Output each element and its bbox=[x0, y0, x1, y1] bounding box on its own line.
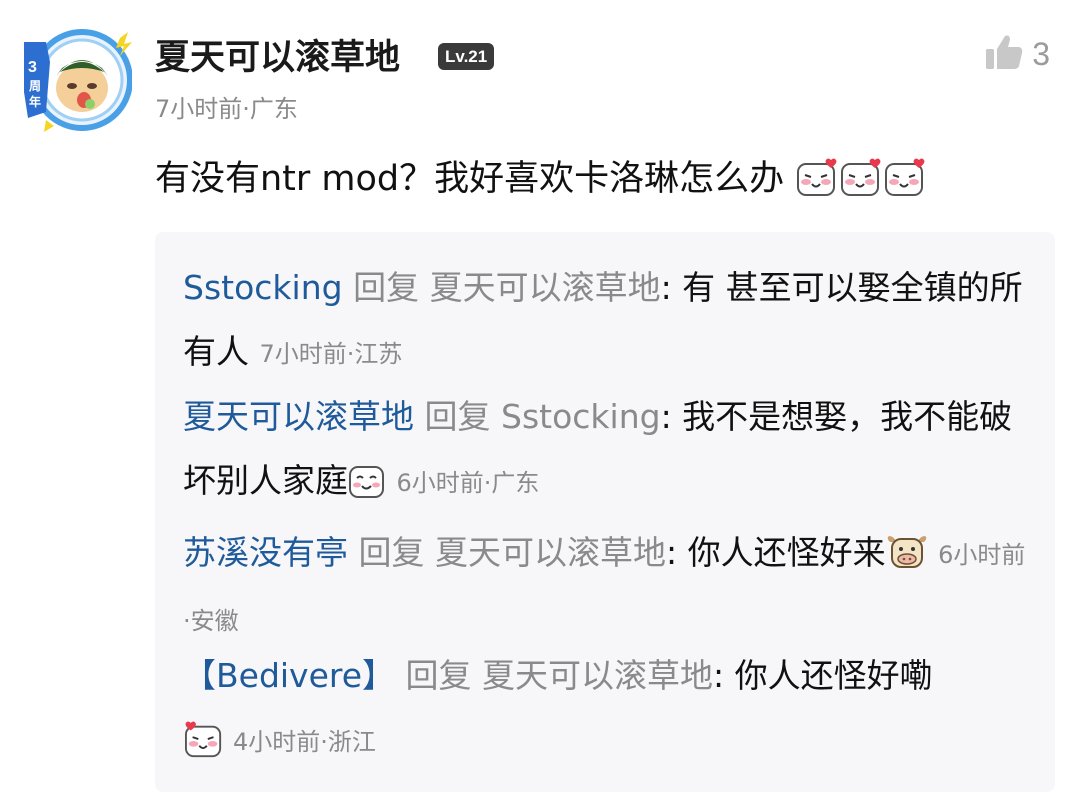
reply-colon: : bbox=[713, 656, 735, 695]
reply-verb: 回复 bbox=[405, 656, 472, 695]
reply-meta: 7小时前·江苏 bbox=[259, 340, 403, 368]
shy-face-icon bbox=[183, 716, 225, 780]
reply-text: 你人还怪好来 bbox=[687, 533, 886, 572]
reply-text: 你人还怪好嘞 bbox=[734, 656, 933, 695]
shy-face-icon bbox=[795, 158, 839, 212]
reply-author[interactable]: 苏溪没有亭 bbox=[183, 533, 348, 572]
comment-meta: 7小时前·广东 bbox=[155, 94, 298, 124]
reply-location: 安徽 bbox=[190, 607, 239, 635]
reply-target[interactable]: 夏天可以滚草地 bbox=[435, 533, 666, 572]
reply-item[interactable]: 夏天可以滚草地 回复 Sstocking: 我不是想娶，我不能破坏别人家庭 6小… bbox=[183, 385, 1028, 521]
reply-colon: : bbox=[660, 268, 683, 307]
svg-text:周: 周 bbox=[29, 79, 41, 93]
like-count: 3 bbox=[1032, 36, 1050, 72]
comment-time: 7小时前 bbox=[155, 95, 243, 123]
svg-text:3: 3 bbox=[28, 59, 37, 76]
comment-text: 有没有ntr mod？我好喜欢卡洛琳怎么办 bbox=[155, 154, 1055, 212]
reply-location: 广东 bbox=[491, 469, 540, 497]
reply-colon: : bbox=[666, 533, 688, 572]
replies-panel: Sstocking 回复 夏天可以滚草地: 有 甚至可以娶全镇的所有人 7小时前… bbox=[155, 232, 1055, 792]
reply-meta: 4小时前·浙江 bbox=[233, 728, 376, 756]
reply-verb: 回复 bbox=[424, 397, 491, 436]
reply-item[interactable]: Sstocking 回复 夏天可以滚草地: 有 甚至可以娶全镇的所有人 7小时前… bbox=[183, 256, 1028, 386]
reply-colon: : bbox=[660, 397, 683, 436]
level-badge: Lv.21 bbox=[438, 43, 495, 70]
reply-author[interactable]: Sstocking bbox=[183, 268, 343, 307]
reply-item[interactable]: 苏溪没有亭 回复 夏天可以滚草地: 你人还怪好来 6小时前·安徽 bbox=[183, 524, 1028, 650]
reply-verb: 回复 bbox=[358, 533, 425, 572]
reply-location: 浙江 bbox=[327, 728, 376, 756]
reply-time: 6小时前 bbox=[396, 469, 484, 497]
reply-time: 4小时前 bbox=[233, 728, 321, 756]
shy-face-icon bbox=[839, 158, 883, 212]
reply-target[interactable]: 夏天可以滚草地 bbox=[482, 656, 713, 695]
like-button[interactable]: 3 bbox=[984, 32, 1050, 76]
reply-author[interactable]: 【Bedivere】 bbox=[183, 656, 395, 695]
username[interactable]: 夏天可以滚草地 bbox=[155, 36, 400, 80]
reply-verb: 回复 bbox=[353, 268, 420, 307]
reply-target[interactable]: Sstocking bbox=[501, 397, 661, 436]
reply-target[interactable]: 夏天可以滚草地 bbox=[430, 268, 661, 307]
meta-separator: · bbox=[242, 95, 250, 123]
svg-text:年: 年 bbox=[29, 94, 41, 109]
reply-location: 江苏 bbox=[354, 340, 403, 368]
shy-face-icon bbox=[883, 158, 927, 212]
comment-body: 有没有ntr mod？我好喜欢卡洛琳怎么办 bbox=[155, 159, 785, 199]
reply-time: 7小时前 bbox=[259, 340, 347, 368]
comment-location: 广东 bbox=[249, 95, 298, 123]
reply-time: 6小时前 bbox=[938, 541, 1026, 569]
thumbs-up-icon bbox=[984, 32, 1024, 76]
reply-item[interactable]: 【Bedivere】 回复 夏天可以滚草地: 你人还怪好嘞 4小时前·浙江 bbox=[183, 644, 1028, 780]
smile-face-icon bbox=[348, 457, 386, 521]
reply-meta: 6小时前·广东 bbox=[396, 469, 540, 497]
user-avatar[interactable]: 3 周 年 bbox=[20, 22, 133, 134]
cow-face-icon bbox=[886, 532, 928, 590]
reply-author[interactable]: 夏天可以滚草地 bbox=[183, 397, 414, 436]
